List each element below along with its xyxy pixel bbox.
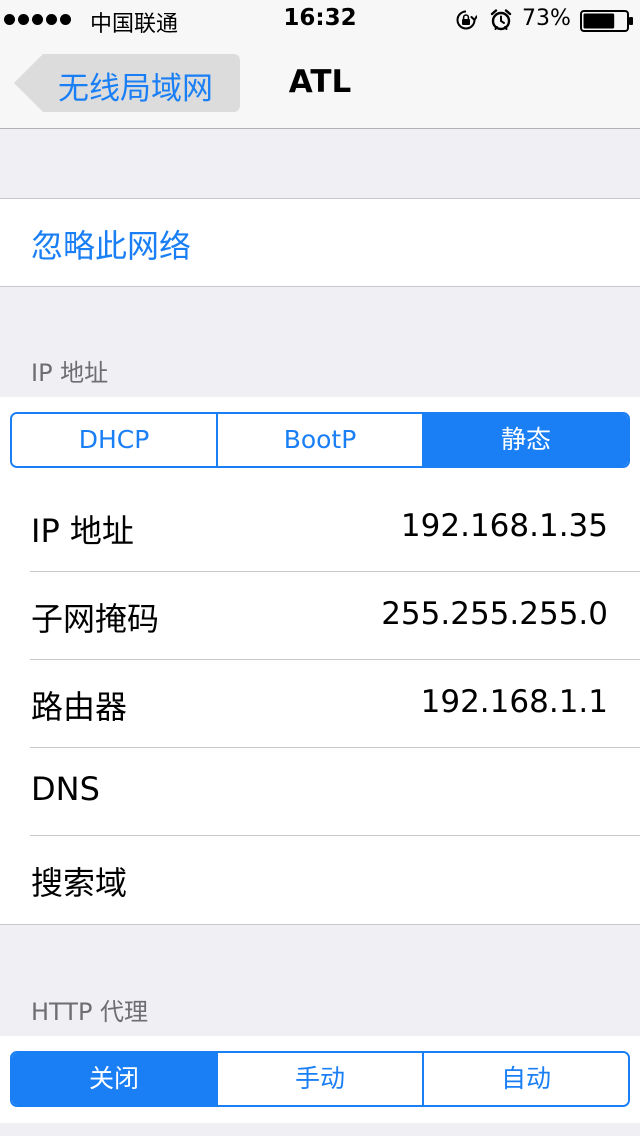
page-title: ATL <box>288 64 352 100</box>
ip-mode-segmented-control: DHCP BootP 静态 <box>10 412 630 468</box>
proxy-section-header: HTTP 代理 <box>31 998 149 1026</box>
subnet-mask-label: 子网掩码 <box>31 600 160 638</box>
ip-mode-bootp[interactable]: BootP <box>216 414 422 466</box>
back-button[interactable]: 无线局域网 <box>14 54 240 112</box>
battery-percent: 73% <box>522 6 571 31</box>
dns-label: DNS <box>31 770 100 808</box>
wifi-detail-screen: 中国联通 16:32 73% 无线局域网 ATL 忽略此网络 IP 地址 DHC… <box>0 0 640 1136</box>
forget-network-button[interactable]: 忽略此网络 <box>31 221 191 267</box>
proxy-mode-segmented-control: 关闭 手动 自动 <box>10 1051 630 1107</box>
ip-address-label: IP 地址 <box>31 512 134 550</box>
router-label: 路由器 <box>31 688 128 726</box>
ip-section-header: IP 地址 <box>31 359 109 387</box>
battery-icon <box>580 10 633 32</box>
forget-network-group: 忽略此网络 <box>0 198 640 287</box>
dns-row[interactable]: DNS <box>0 748 640 836</box>
subnet-mask-value: 255.255.255.0 <box>381 596 608 632</box>
ip-settings-group: DHCP BootP 静态 IP 地址 192.168.1.35 子网掩码 25… <box>0 397 640 925</box>
navigation-bar: 无线局域网 ATL <box>0 40 640 129</box>
status-bar: 中国联通 16:32 73% <box>0 0 640 40</box>
router-row[interactable]: 路由器 192.168.1.1 <box>0 660 640 748</box>
alarm-icon <box>490 9 512 31</box>
proxy-mode-off[interactable]: 关闭 <box>12 1053 216 1105</box>
proxy-mode-auto[interactable]: 自动 <box>422 1053 628 1105</box>
ip-address-value: 192.168.1.35 <box>400 508 608 544</box>
router-value: 192.168.1.1 <box>420 684 608 720</box>
ip-mode-static[interactable]: 静态 <box>422 414 628 466</box>
search-domain-label: 搜索域 <box>31 864 128 902</box>
bottom-background-band <box>0 1123 640 1136</box>
proxy-settings-group: 关闭 手动 自动 <box>0 1036 640 1136</box>
rotation-lock-icon <box>456 10 477 30</box>
proxy-mode-manual[interactable]: 手动 <box>216 1053 422 1105</box>
back-button-label: 无线局域网 <box>58 71 213 107</box>
subnet-mask-row[interactable]: 子网掩码 255.255.255.0 <box>0 572 640 660</box>
ip-mode-dhcp[interactable]: DHCP <box>12 414 216 466</box>
search-domain-row[interactable]: 搜索域 <box>0 836 640 924</box>
ip-address-row[interactable]: IP 地址 192.168.1.35 <box>0 484 640 572</box>
